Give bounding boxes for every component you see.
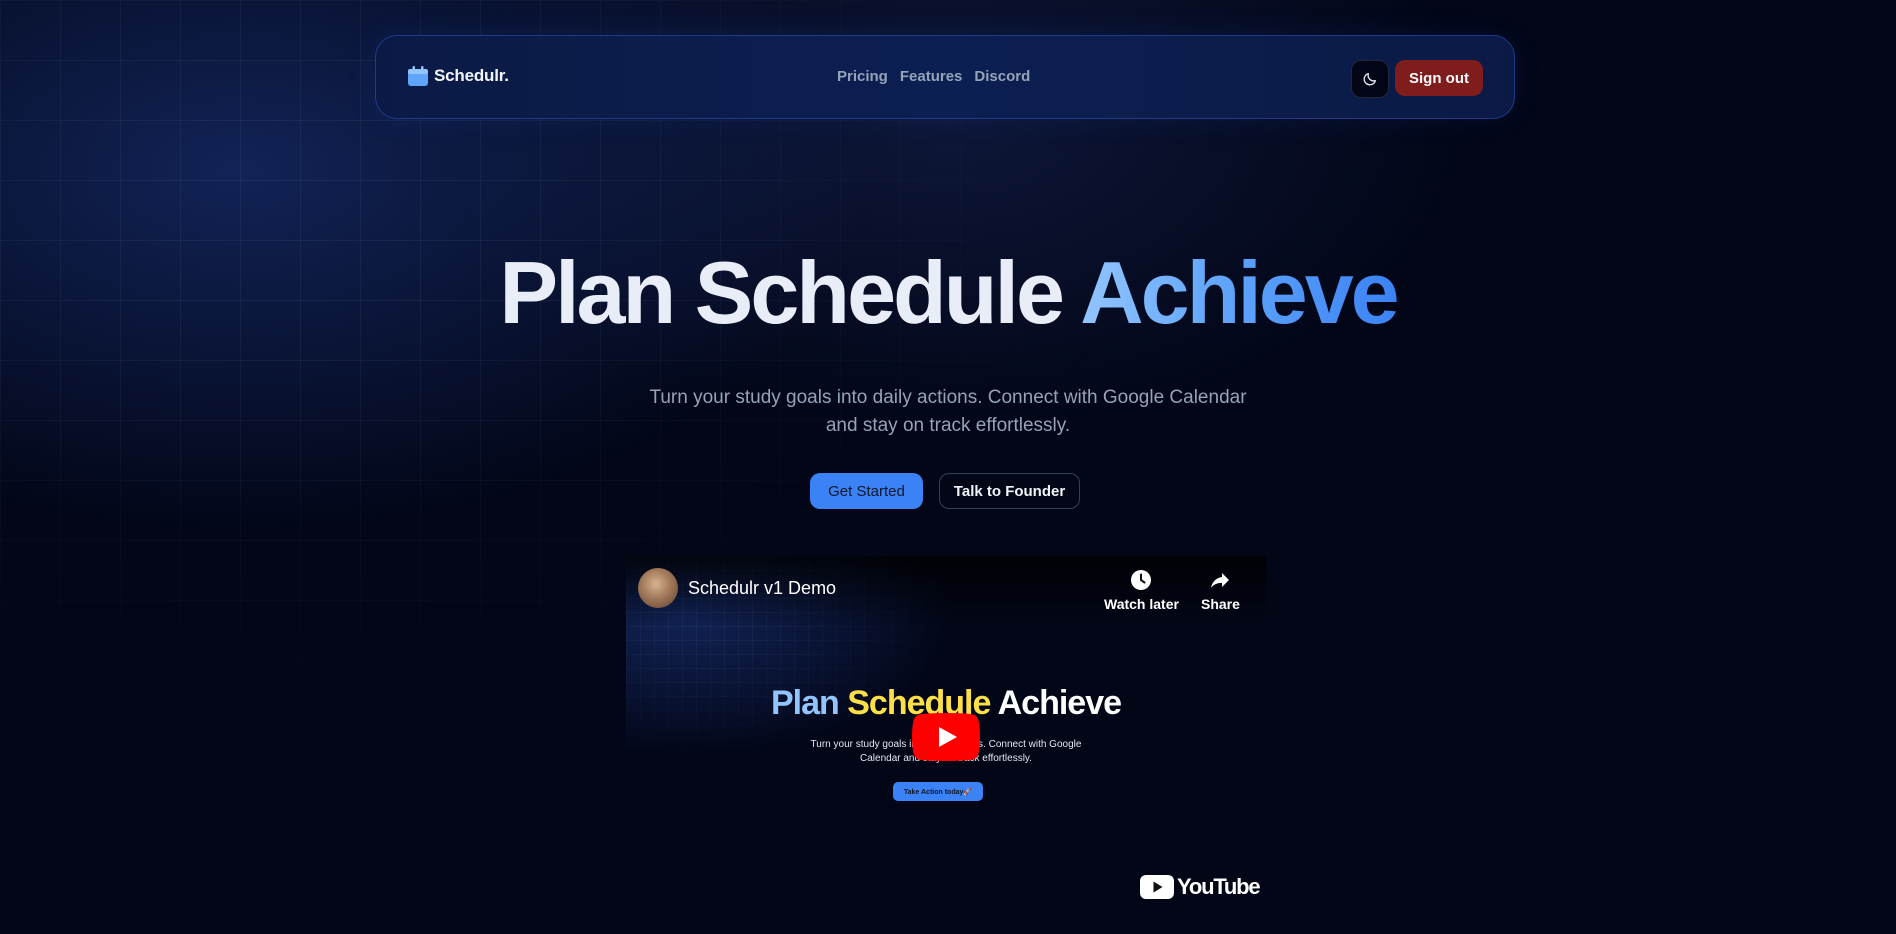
page: Schedulr. Pricing Features Discord Sign … [0,0,1896,934]
share-label: Share [1201,596,1240,612]
sign-out-button[interactable]: Sign out [1395,60,1483,96]
theme-toggle-button[interactable] [1351,60,1389,98]
nav-links: Pricing Features Discord [837,68,1030,85]
channel-avatar[interactable] [638,568,678,608]
youtube-wordmark: YouTube [1177,874,1261,899]
hero-title-achieve: Achieve [1080,243,1400,342]
video-inner-title-achieve: Achieve [997,684,1122,722]
hero-subtitle: Turn your study goals into daily actions… [649,387,1247,436]
nav-link-discord[interactable]: Discord [974,68,1030,85]
play-icon[interactable] [912,713,980,761]
video-title[interactable]: Schedulr v1 Demo [688,578,836,599]
brand-name: Schedulr. [434,66,509,85]
nav-link-features[interactable]: Features [900,68,963,85]
clock-icon [1131,570,1152,590]
youtube-icon [1140,875,1174,899]
get-started-button[interactable]: Get Started [810,473,923,509]
talk-to-founder-button[interactable]: Talk to Founder [939,473,1080,509]
watch-later-button[interactable]: Watch later [1104,568,1179,612]
watch-later-label: Watch later [1104,596,1179,612]
hero-title: Plan Schedule Achieve [0,243,1896,343]
moon-icon [1363,73,1376,86]
youtube-logo[interactable]: YouTube [1140,874,1261,900]
share-button[interactable]: Share [1201,568,1240,612]
calendar-icon [408,66,428,86]
video-inner-title-plan: Plan [770,684,840,722]
nav-link-pricing[interactable]: Pricing [837,68,888,85]
hero-title-schedule: Schedule [694,243,1065,342]
youtube-embed[interactable]: Plan Schedule Achieve Turn your study go… [626,556,1266,934]
video-inner-button: Take Action today🚀 [893,782,983,801]
brand[interactable]: Schedulr. [408,66,509,86]
navbar: Schedulr. Pricing Features Discord Sign … [375,35,1515,119]
share-icon [1211,573,1230,588]
hero-title-plan: Plan [499,243,676,342]
